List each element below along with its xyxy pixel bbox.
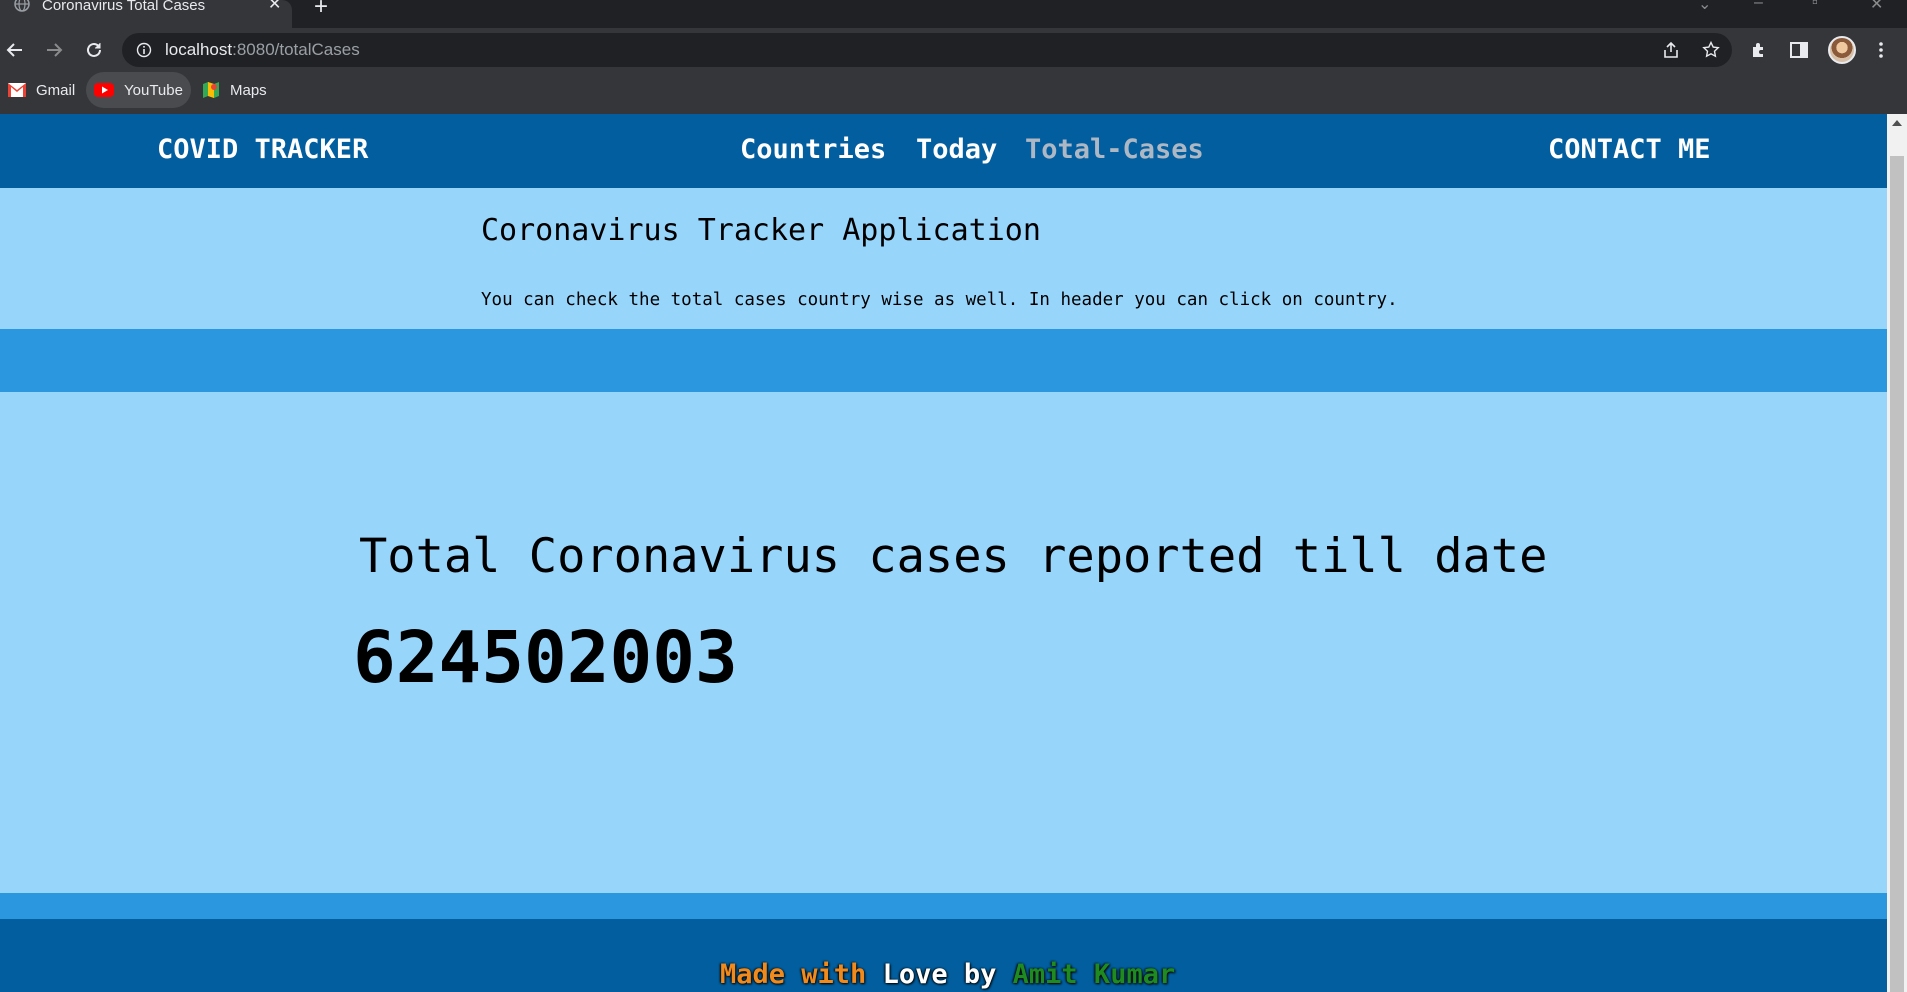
info-icon[interactable] <box>136 42 152 58</box>
youtube-icon <box>94 83 114 97</box>
tab-search-icon[interactable]: ⌄ <box>1698 0 1711 14</box>
new-tab-button[interactable]: + <box>314 0 328 19</box>
contact-link[interactable]: CONTACT ME <box>1548 134 1711 165</box>
address-bar[interactable]: localhost:8080/totalCases <box>122 33 1732 67</box>
footer-credit: Made with Love by Amit Kumar <box>720 959 1175 990</box>
bookmark-maps[interactable]: Maps <box>194 72 275 108</box>
site-footer: Made with Love by Amit Kumar <box>0 919 1887 992</box>
brand-link[interactable]: COVID TRACKER <box>157 134 368 165</box>
nav-countries[interactable]: Countries <box>740 134 886 165</box>
nav-today[interactable]: Today <box>916 134 997 165</box>
gmail-icon <box>8 83 26 97</box>
footer-love: Love <box>882 959 948 990</box>
profile-avatar[interactable] <box>1828 36 1856 64</box>
scroll-up-icon[interactable] <box>1892 120 1902 126</box>
minimize-icon[interactable]: – <box>1754 0 1763 12</box>
globe-icon <box>14 0 30 12</box>
browser-toolbar: localhost:8080/totalCases <box>0 28 1907 72</box>
bookmark-label: YouTube <box>124 81 183 99</box>
share-icon[interactable] <box>1662 41 1680 59</box>
url-path: :8080/totalCases <box>232 40 360 59</box>
bookmarks-bar: Gmail YouTube Maps <box>0 72 1907 114</box>
bookmark-star-icon[interactable] <box>1702 41 1720 59</box>
bookmark-label: Maps <box>230 81 267 99</box>
url-text: localhost:8080/totalCases <box>165 40 360 60</box>
site-navbar: COVID TRACKER Countries Today Total-Case… <box>0 114 1887 188</box>
tab-strip: Coronavirus Total Cases ✕ + ⌄ – ▫ ✕ <box>0 0 1907 28</box>
footer-author: Amit Kumar <box>1012 959 1176 990</box>
page-subtitle: You can check the total cases country wi… <box>481 290 1398 310</box>
side-panel-icon[interactable] <box>1789 40 1809 60</box>
bookmark-gmail[interactable]: Gmail <box>0 72 83 108</box>
footer-made-with: Made with <box>720 959 867 990</box>
close-icon[interactable]: ✕ <box>268 0 281 13</box>
bookmark-youtube[interactable]: YouTube <box>86 72 191 108</box>
arrow-left-icon <box>6 43 22 57</box>
reload-button[interactable] <box>82 38 106 62</box>
bookmark-label: Gmail <box>36 81 76 99</box>
extensions-icon[interactable] <box>1749 40 1769 60</box>
browser-tab[interactable]: Coronavirus Total Cases ✕ <box>0 0 292 28</box>
divider-band <box>0 893 1887 919</box>
hero-section: Coronavirus Tracker Application You can … <box>0 188 1887 329</box>
close-window-icon[interactable]: ✕ <box>1870 0 1883 14</box>
footer-by: by <box>963 959 997 990</box>
nav-total-cases[interactable]: Total-Cases <box>1025 134 1204 165</box>
page-title: Coronavirus Tracker Application <box>481 213 1041 248</box>
scrollbar-thumb[interactable] <box>1890 156 1904 992</box>
reload-icon <box>87 42 101 57</box>
tab-title: Coronavirus Total Cases <box>42 0 206 14</box>
total-cases-label: Total Coronavirus cases reported till da… <box>359 529 1548 584</box>
back-button[interactable] <box>3 38 27 62</box>
total-cases-count: 624502003 <box>353 616 738 699</box>
maps-icon <box>203 82 219 98</box>
scrollbar[interactable] <box>1887 114 1907 992</box>
maximize-icon[interactable]: ▫ <box>1812 0 1818 12</box>
url-host: localhost <box>165 40 233 59</box>
divider-band <box>0 329 1887 392</box>
arrow-right-icon <box>47 43 63 57</box>
main-section: Total Coronavirus cases reported till da… <box>0 392 1887 893</box>
forward-button[interactable] <box>42 38 66 62</box>
browser-chrome: Coronavirus Total Cases ✕ + ⌄ – ▫ ✕ loca… <box>0 0 1907 114</box>
more-menu-icon[interactable] <box>1871 40 1891 60</box>
page-content: COVID TRACKER Countries Today Total-Case… <box>0 114 1887 992</box>
